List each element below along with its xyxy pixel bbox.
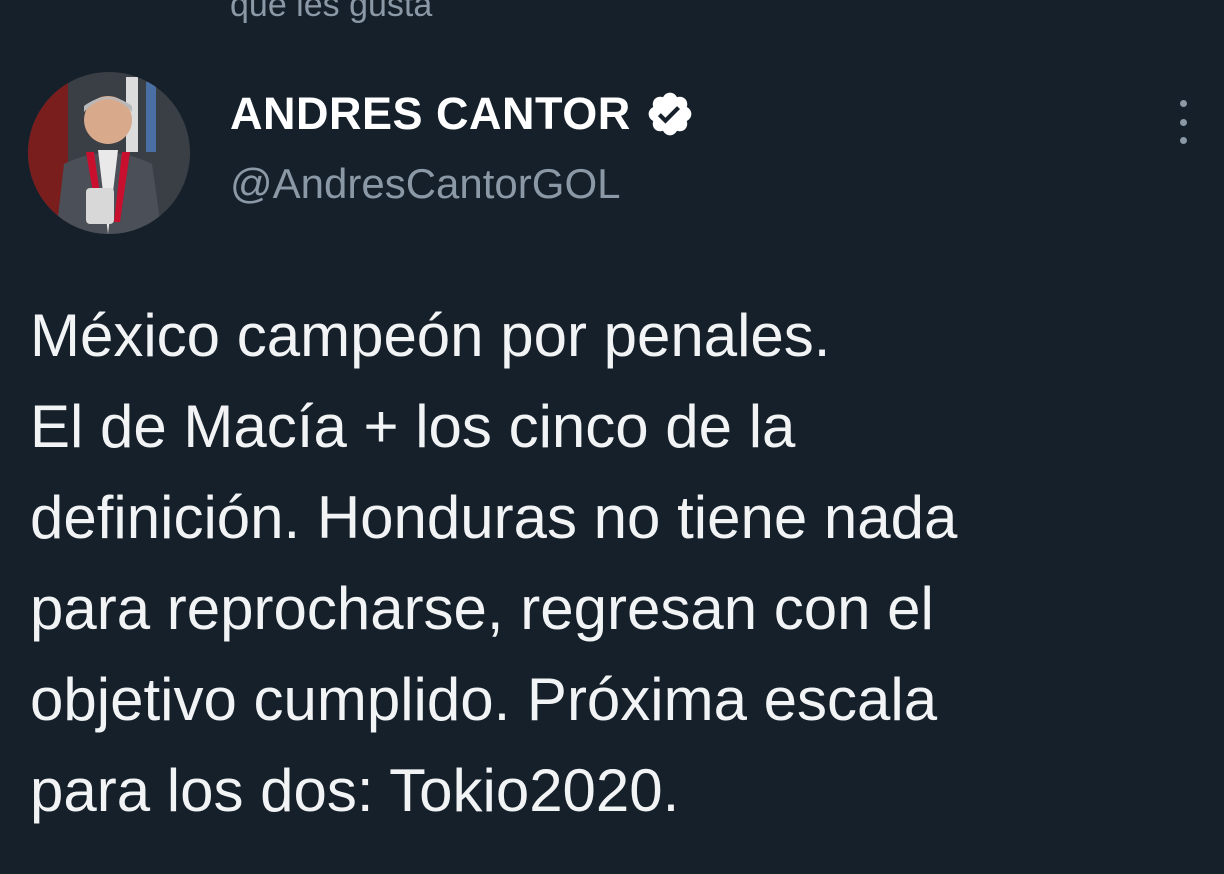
more-dot <box>1179 137 1187 144</box>
avatar-photo <box>28 72 190 234</box>
tweet-header: ANDRES CANTOR @AndresCantorGOL <box>230 88 695 208</box>
social-context-label: que les gusta <box>230 0 433 24</box>
more-options-icon[interactable] <box>1168 100 1198 144</box>
tweet-text: México campeón por penales. El de Macía … <box>30 290 1210 836</box>
tweet-text-line: objetivo cumplido. Próxima escala <box>30 666 938 733</box>
more-dot <box>1179 100 1187 107</box>
tweet-text-line: definición. Honduras no tiene nada <box>30 484 958 551</box>
tweet-text-line: para los dos: Tokio2020. <box>30 757 680 824</box>
tweet-text-line: México campeón por penales. <box>30 302 831 369</box>
more-dot <box>1179 118 1187 126</box>
avatar[interactable] <box>28 72 190 234</box>
author-display-name[interactable]: ANDRES CANTOR <box>230 88 631 140</box>
tweet-text-line: El de Macía + los cinco de la <box>30 393 796 460</box>
author-handle[interactable]: @AndresCantorGOL <box>230 160 695 208</box>
verified-badge-icon <box>645 89 695 139</box>
author-name-row: ANDRES CANTOR <box>230 88 695 140</box>
tweet-text-line: para reprocharse, regresan con el <box>30 575 934 642</box>
